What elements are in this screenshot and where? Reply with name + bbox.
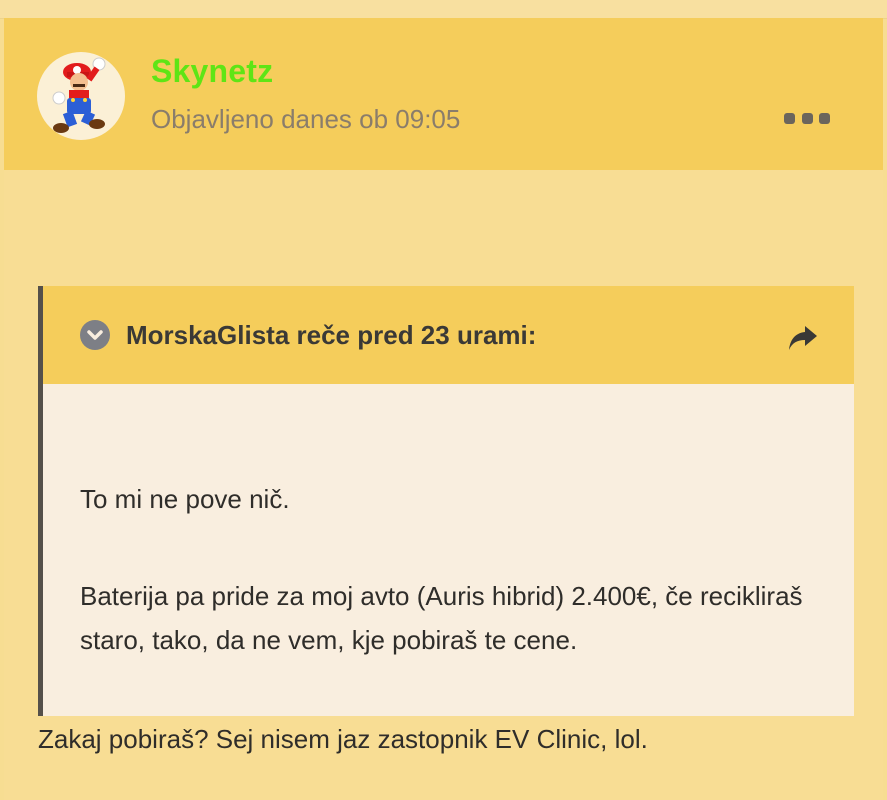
quote-paragraph: To mi ne pove nič. bbox=[80, 484, 290, 514]
post-timestamp: Objavljeno danes ob 09:05 bbox=[151, 104, 461, 134]
dot bbox=[801, 112, 813, 124]
quote-header: MorskaGlista reče pred 23 urami: bbox=[43, 286, 854, 384]
post-username[interactable]: Skynetz bbox=[151, 53, 273, 90]
forum-post: Skynetz Objavljeno danes ob 09:05 Morska… bbox=[4, 18, 883, 800]
quote-block: MorskaGlista reče pred 23 urami: To mi n… bbox=[38, 286, 854, 716]
top-divider bbox=[0, 0, 887, 19]
avatar[interactable] bbox=[37, 52, 125, 140]
post-header: Skynetz Objavljeno danes ob 09:05 bbox=[4, 18, 883, 170]
quote-paragraph: Baterija pa pride za moj avto (Auris hib… bbox=[80, 581, 803, 655]
more-options-icon[interactable] bbox=[784, 106, 830, 130]
post-body: Zakaj pobiraš? Sej nisem jaz zastopnik E… bbox=[38, 724, 648, 754]
share-arrow-icon[interactable] bbox=[787, 324, 819, 352]
dot bbox=[784, 112, 795, 124]
quote-author[interactable]: MorskaGlista reče pred 23 urami: bbox=[126, 320, 536, 351]
chevron-down-circle-icon[interactable] bbox=[80, 320, 110, 350]
dot bbox=[819, 112, 830, 124]
mario-avatar-icon bbox=[52, 57, 106, 133]
